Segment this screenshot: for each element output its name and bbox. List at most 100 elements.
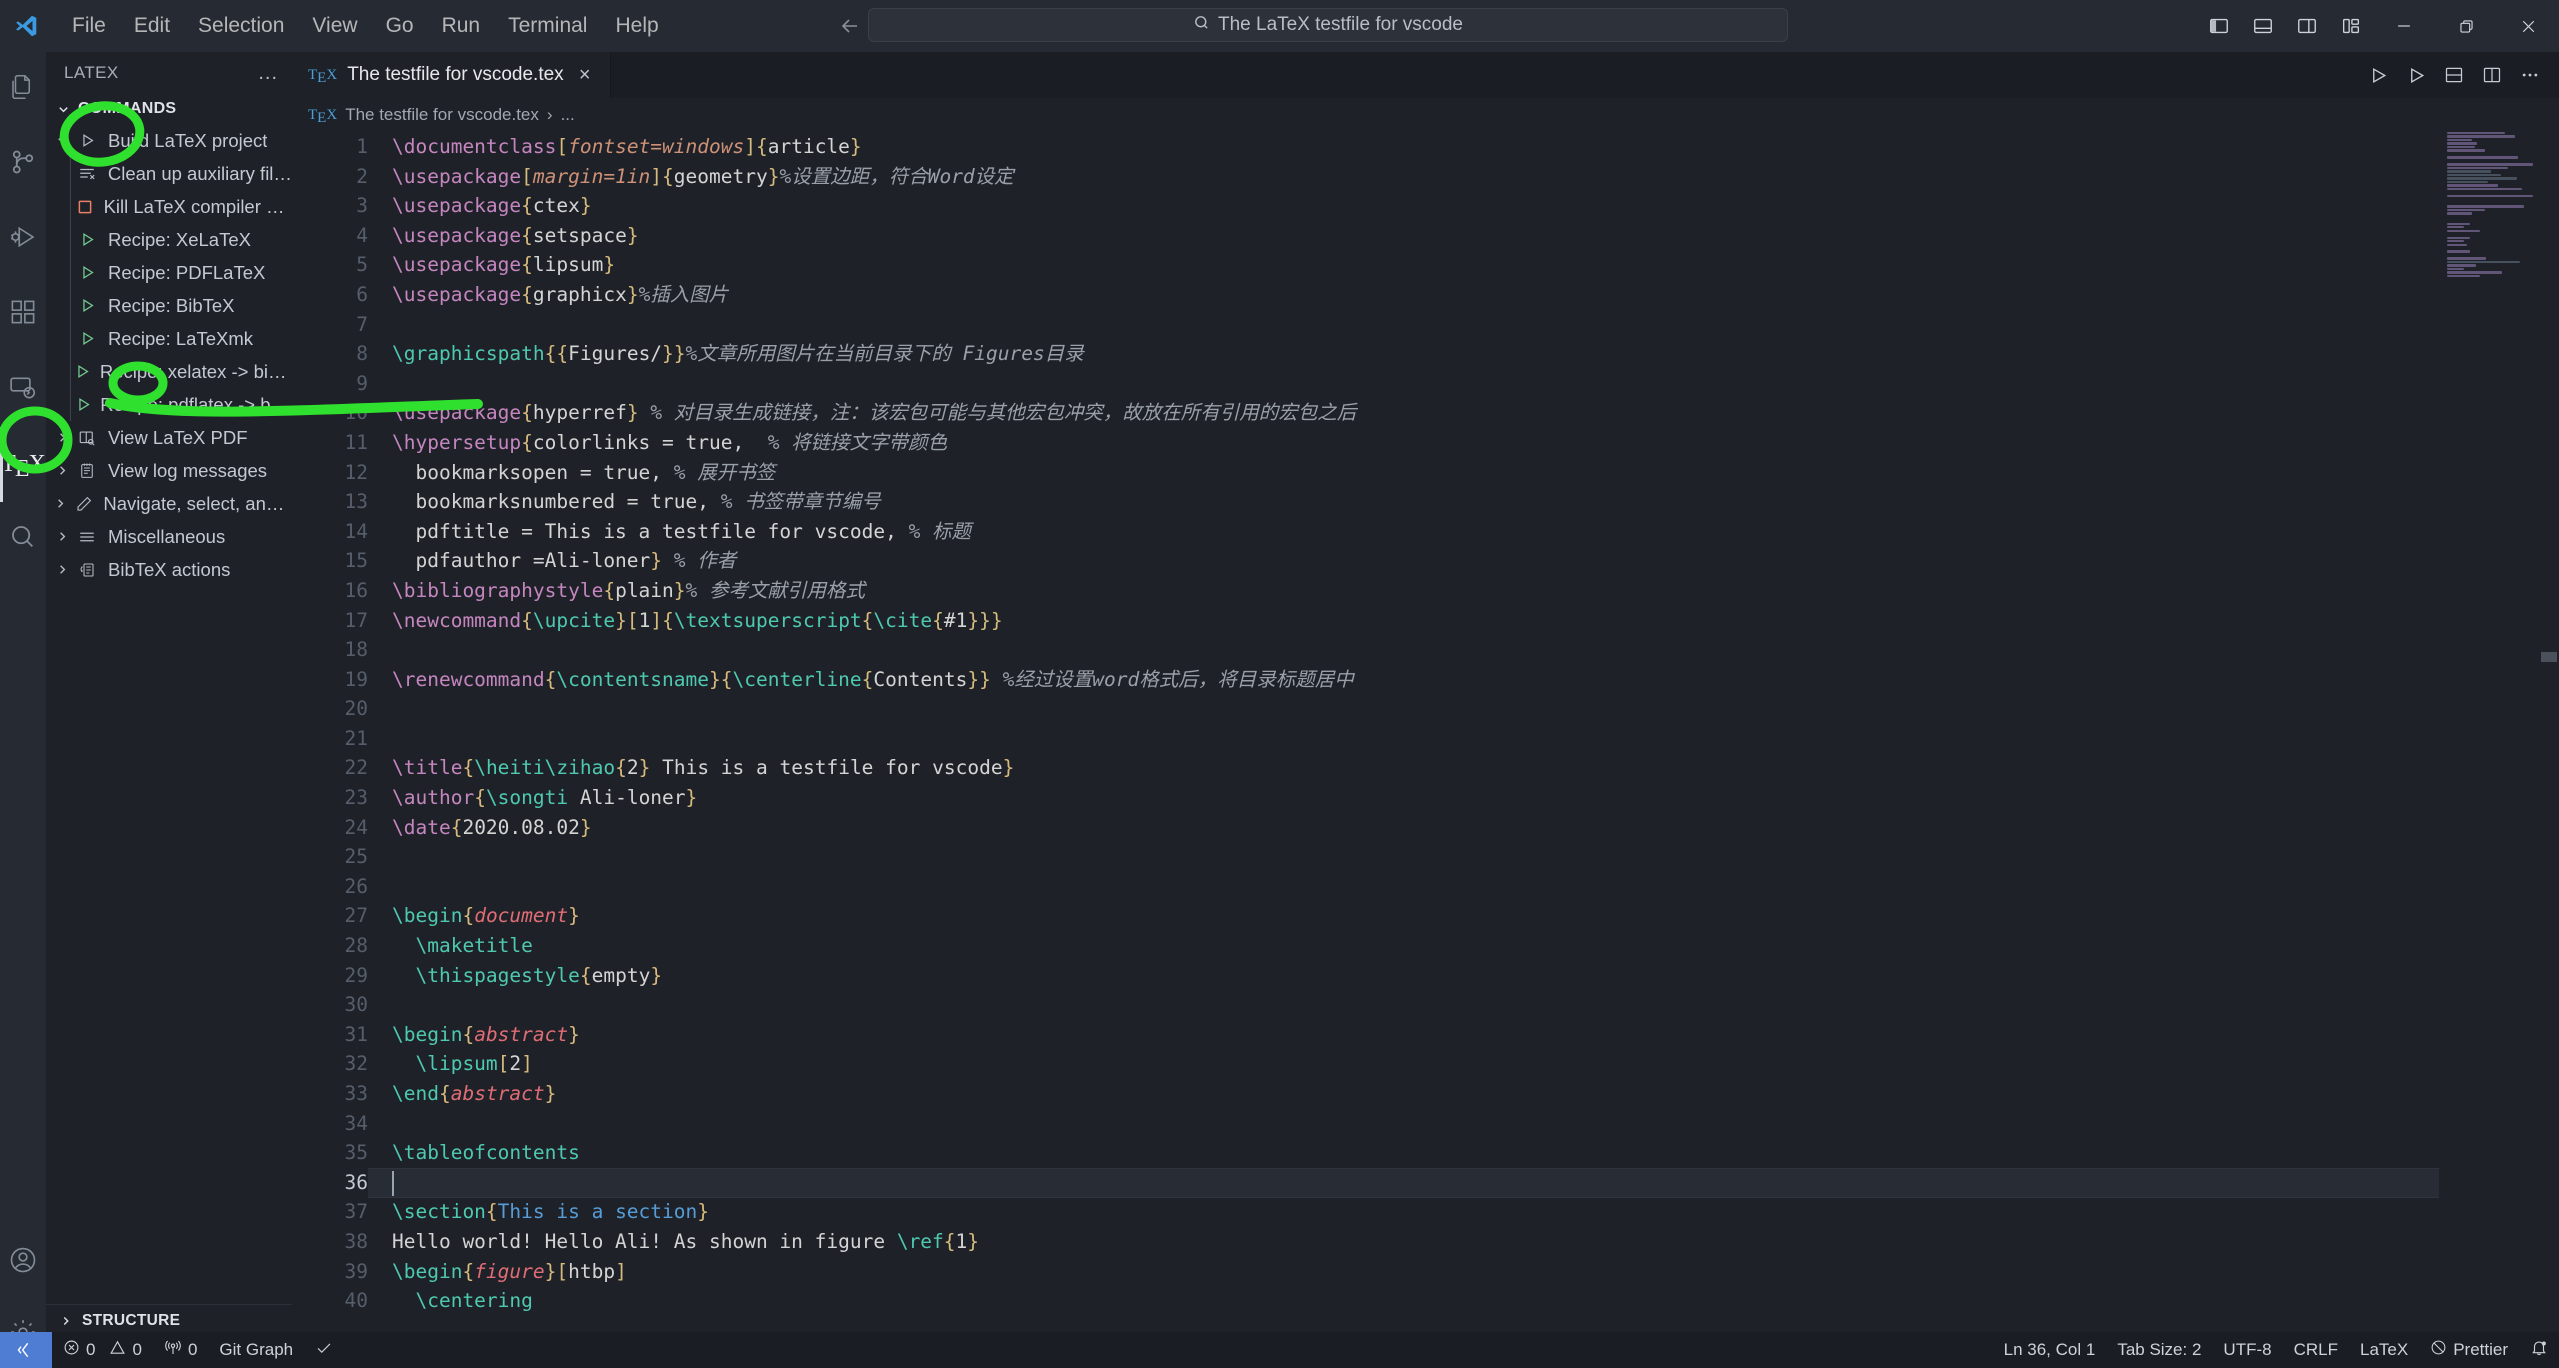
status-encoding[interactable]: UTF-8 [2212, 1332, 2282, 1368]
chevron-right-icon[interactable] [50, 562, 74, 577]
tree-item-label: Recipe: PDFLaTeX [108, 261, 266, 283]
close-icon[interactable]: × [574, 64, 596, 87]
remote-indicator-icon[interactable] [0, 1332, 52, 1368]
editor-vertical-scrollbar[interactable] [2539, 132, 2559, 1322]
layout-customize-icon[interactable] [2329, 0, 2373, 52]
play-icon [74, 396, 92, 413]
sidebar-section-commands[interactable]: COMMANDS [46, 94, 292, 124]
status-radio-count: 0 [187, 1340, 198, 1359]
status-latex-check[interactable] [304, 1332, 344, 1368]
play-icon [74, 363, 92, 380]
menu-go[interactable]: Go [372, 0, 428, 52]
tree-item-clean-up-auxiliary-files[interactable]: Clean up auxiliary files [46, 157, 292, 190]
activitybar-item-remote-explorer[interactable] [0, 352, 46, 427]
menu-edit[interactable]: Edit [120, 0, 184, 52]
sidebar-title: LATEX [64, 63, 119, 82]
menu-terminal[interactable]: Terminal [494, 0, 601, 52]
tree-item-view-log-messages[interactable]: View log messages [46, 454, 292, 487]
pencil-icon [72, 495, 96, 513]
tree-item-recipe-xelatex[interactable]: Recipe: XeLaTeX [46, 223, 292, 256]
split-editor-down-icon[interactable] [2435, 52, 2473, 98]
tree-item-recipe-latexmk[interactable]: Recipe: LaTeXmk [46, 322, 292, 355]
tree-item-view-latex-pdf[interactable]: View LaTeX PDF [46, 421, 292, 454]
breadcrumb-file[interactable]: The testfile for vscode.tex [345, 105, 539, 125]
menu-run[interactable]: Run [428, 0, 495, 52]
chevron-down-icon[interactable] [50, 133, 74, 148]
more-actions-icon[interactable] [2511, 52, 2549, 98]
extensions-icon [8, 297, 38, 332]
radio-tower-icon [164, 1339, 182, 1362]
window-controls [2197, 0, 2559, 52]
status-prettier[interactable]: Prettier [2419, 1332, 2519, 1368]
chevron-right-icon[interactable] [50, 529, 74, 544]
status-language-mode[interactable]: LaTeX [2349, 1332, 2419, 1368]
sidebar-more-actions-icon[interactable]: ... [258, 62, 278, 85]
list-icon [74, 528, 100, 546]
status-radio-tower[interactable]: 0 [153, 1332, 208, 1368]
minimize-button[interactable] [2373, 0, 2435, 52]
tree-item-label: Kill LaTeX compiler process [103, 195, 292, 217]
close-button[interactable] [2497, 0, 2559, 52]
tree-item-recipe-bibtex[interactable]: Recipe: BibTeX [46, 289, 292, 322]
sidebar-section-label: COMMANDS [78, 100, 177, 117]
remote-icon [8, 372, 38, 407]
menu-selection[interactable]: Selection [184, 0, 298, 52]
restore-button[interactable] [2435, 0, 2497, 52]
status-eol[interactable]: CRLF [2283, 1332, 2349, 1368]
account-icon [8, 1245, 38, 1280]
menu-bar: File Edit Selection View Go Run Terminal… [58, 0, 673, 52]
tree-item-build-latex-project[interactable]: Build LaTeX project [46, 124, 292, 157]
activitybar-item-source-control[interactable] [0, 127, 46, 202]
tree-item-recipe-xelatex-bibtex-xelatex[interactable]: Recipe: xelatex -> bibtex -> xela... [46, 355, 292, 388]
activitybar-item-run-and-debug[interactable] [0, 202, 46, 277]
tree-item-recipe-pdflatex-bibtex-pdflatex[interactable]: Recipe: pdflatex -> bibtex -> pd... [46, 388, 292, 421]
bell-dot-icon [2530, 1339, 2548, 1362]
editor-tab-testfile[interactable]: TEX The testfile for vscode.tex × [292, 52, 611, 98]
search-icon [8, 522, 38, 557]
activitybar-item-search[interactable] [0, 502, 46, 577]
layout-panel-icon[interactable] [2241, 0, 2285, 52]
run-play-icon[interactable] [2397, 52, 2435, 98]
menu-file[interactable]: File [58, 0, 120, 52]
back-arrow-icon[interactable] [833, 9, 867, 43]
status-editor-position[interactable]: Ln 36, Col 1 [1993, 1332, 2107, 1368]
tree-item-label: Recipe: XeLaTeX [108, 228, 251, 250]
activitybar-item-latex[interactable]: TEX [0, 427, 46, 502]
tex-icon: TEX [308, 106, 338, 126]
tree-item-navigate-select-and-edit[interactable]: Navigate, select, and edit [46, 487, 292, 520]
minimap[interactable] [2447, 132, 2533, 1322]
code-editor[interactable]: 1 2 3 4 5 6 7 8 9 10 11 12 13 14 15 16 17 18 19 20 21 22 23 24 2… [292, 132, 2559, 1322]
chevron-right-icon[interactable] [50, 430, 74, 445]
tree-item-bibtex-actions[interactable]: BibTeX actions [46, 553, 292, 586]
status-notifications[interactable] [2519, 1332, 2559, 1368]
tree-item-label: View LaTeX PDF [108, 426, 248, 448]
status-tab-size[interactable]: Tab Size: 2 [2106, 1332, 2212, 1368]
command-center[interactable]: The LaTeX testfile for vscode [868, 8, 1788, 42]
scrollbar-thumb[interactable] [2541, 652, 2557, 662]
tree-item-label: Clean up auxiliary files [107, 162, 292, 184]
chevron-right-icon[interactable] [50, 463, 74, 478]
chevron-right-icon[interactable] [50, 496, 72, 511]
split-editor-right-icon[interactable] [2473, 52, 2511, 98]
tree-item-label: Recipe: xelatex -> bibtex -> xela... [99, 360, 292, 382]
activitybar-item-extensions[interactable] [0, 277, 46, 352]
tree-item-miscellaneous[interactable]: Miscellaneous [46, 520, 292, 553]
menu-view[interactable]: View [298, 0, 371, 52]
breadcrumb-separator: › [546, 105, 553, 124]
check-icon [315, 1339, 333, 1362]
status-git-graph[interactable]: Git Graph [208, 1332, 304, 1368]
status-problems[interactable]: 0 0 [52, 1332, 153, 1368]
debug-icon [8, 222, 38, 257]
layout-sidebar-right-icon[interactable] [2285, 0, 2329, 52]
menu-help[interactable]: Help [601, 0, 672, 52]
activitybar-item-accounts[interactable] [0, 1225, 46, 1300]
run-icon[interactable] [2359, 52, 2397, 98]
tree-item-recipe-pdflatex[interactable]: Recipe: PDFLaTeX [46, 256, 292, 289]
tree-item-kill-latex-compiler-process[interactable]: Kill LaTeX compiler process [46, 190, 292, 223]
layout-controls [2197, 0, 2373, 52]
error-circle-icon [63, 1339, 80, 1361]
layout-sidebar-left-icon[interactable] [2197, 0, 2241, 52]
breadcrumb-tail[interactable]: ... [561, 105, 575, 125]
preview-icon [74, 429, 100, 447]
activitybar-item-explorer[interactable] [0, 52, 46, 127]
